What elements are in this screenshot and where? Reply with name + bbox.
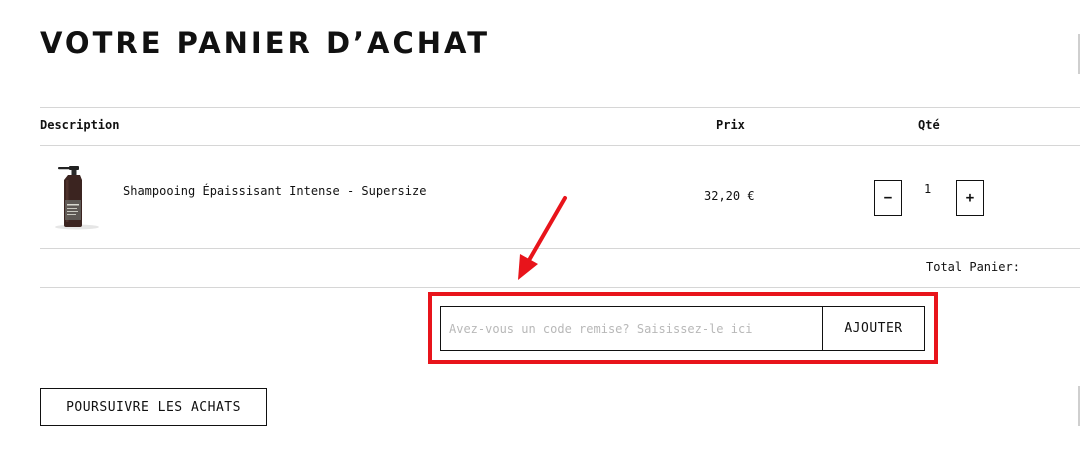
column-header-price: Prix: [716, 118, 745, 132]
product-name[interactable]: Shampooing Épaissisant Intense - Supersi…: [123, 184, 426, 198]
quantity-value[interactable]: 1: [924, 182, 931, 196]
quantity-increment-button[interactable]: +: [956, 180, 984, 216]
shampoo-bottle-icon[interactable]: [55, 164, 105, 230]
quantity-decrement-button[interactable]: −: [874, 180, 902, 216]
annotation-arrow-icon: [518, 196, 567, 280]
product-price: 32,20 €: [704, 189, 755, 203]
column-header-qty: Qté: [918, 118, 940, 132]
apply-coupon-button[interactable]: AJOUTER: [822, 306, 925, 351]
cart-total-label: Total Panier:: [926, 260, 1020, 274]
total-divider: [40, 287, 1080, 288]
coupon-code-input[interactable]: [440, 306, 823, 351]
continue-shopping-button[interactable]: POURSUIVRE LES ACHATS: [40, 388, 267, 426]
page-title: VOTRE PANIER D’ACHAT: [40, 26, 490, 60]
header-divider: [40, 145, 1080, 146]
column-header-description: Description: [40, 118, 120, 132]
table-top-divider: [40, 107, 1080, 108]
